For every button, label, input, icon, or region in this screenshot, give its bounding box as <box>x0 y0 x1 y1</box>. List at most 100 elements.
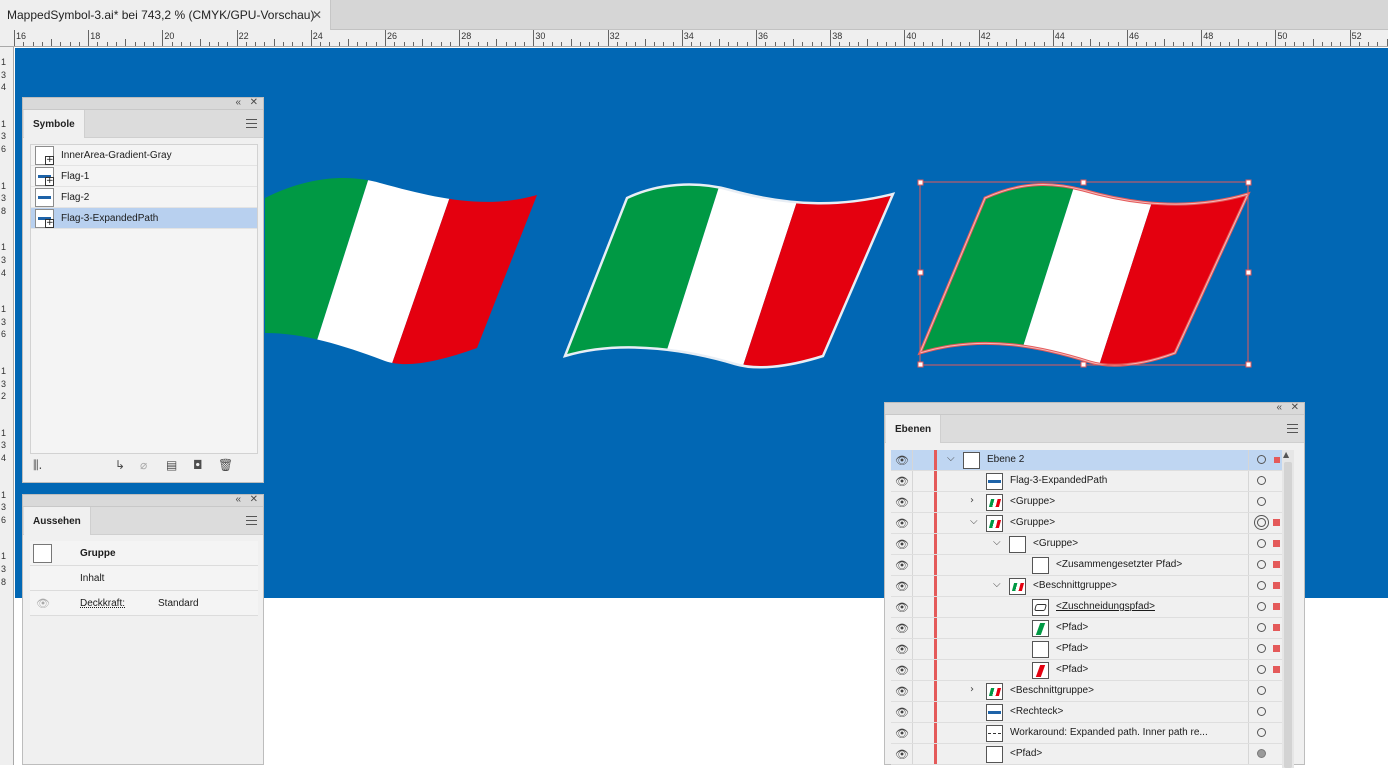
visibility-eye-icon[interactable]: 👁 <box>895 517 909 530</box>
layer-row[interactable]: 👁 <Pfad> <box>891 639 1282 660</box>
visibility-eye-icon[interactable]: 👁 <box>895 685 909 698</box>
close-panel-icon[interactable]: ✕ <box>250 494 258 505</box>
selection-square-icon[interactable] <box>1274 457 1280 463</box>
layers-scrollbar[interactable]: ▲ <box>1282 450 1294 768</box>
close-panel-icon[interactable]: ✕ <box>250 97 258 108</box>
visibility-eye-icon[interactable]: 👁 <box>895 706 909 719</box>
lock-column[interactable] <box>912 681 913 701</box>
selection-square-icon[interactable] <box>1273 666 1280 673</box>
new-symbol-icon[interactable]: ◘ <box>193 458 203 472</box>
symbol-options-icon[interactable]: ▤ <box>166 458 177 472</box>
scroll-up-icon[interactable]: ▲ <box>1283 450 1289 459</box>
selection-square-icon[interactable] <box>1273 540 1280 547</box>
close-panel-icon[interactable]: ✕ <box>1291 402 1299 413</box>
target-circle-icon[interactable] <box>1257 728 1266 737</box>
panel-menu-icon[interactable] <box>246 119 257 128</box>
panel-title-bar[interactable]: « ✕ <box>885 402 1304 415</box>
visibility-eye-icon[interactable]: 👁 <box>895 622 909 635</box>
lock-column[interactable] <box>912 555 913 575</box>
document-tab[interactable]: MappedSymbol-3.ai* bei 743,2 % (CMYK/GPU… <box>0 0 331 30</box>
lock-column[interactable] <box>912 576 913 596</box>
target-circle-icon[interactable] <box>1257 518 1266 527</box>
chevron-down-icon[interactable]: ⌵ <box>947 453 955 464</box>
target-circle-icon[interactable] <box>1257 665 1266 674</box>
layer-row[interactable]: 👁 <Zuschneidungspfad> <box>891 597 1282 618</box>
chevron-down-icon[interactable]: ⌵ <box>970 516 978 527</box>
layer-row[interactable]: 👁 ⌵ <Gruppe> <box>891 534 1282 555</box>
vertical-ruler[interactable]: 134136138134136132134136138 <box>0 47 14 765</box>
selection-square-icon[interactable] <box>1273 624 1280 631</box>
target-circle-icon[interactable] <box>1257 476 1266 485</box>
opacity-label[interactable]: Deckkraft: <box>80 598 125 609</box>
lock-column[interactable] <box>912 744 913 764</box>
visibility-eye-icon[interactable]: 👁 <box>895 559 909 572</box>
layer-row[interactable]: 👁 › <Gruppe> <box>891 492 1282 513</box>
layer-row[interactable]: 👁 Flag-3-ExpandedPath <box>891 471 1282 492</box>
lock-column[interactable] <box>912 723 913 743</box>
visibility-eye-icon[interactable]: 👁 <box>895 580 909 593</box>
lock-column[interactable] <box>912 639 913 659</box>
place-symbol-icon[interactable]: ↳ <box>115 458 125 472</box>
visibility-eye-icon[interactable]: 👁 <box>895 454 909 467</box>
lock-column[interactable] <box>912 618 913 638</box>
lock-column[interactable] <box>912 597 913 617</box>
panel-title-bar[interactable]: « ✕ <box>23 494 263 507</box>
appearance-contents-row[interactable]: Inhalt <box>30 566 258 591</box>
layer-row[interactable]: 👁 Workaround: Expanded path. Inner path r… <box>891 723 1282 744</box>
lock-column[interactable] <box>912 492 913 512</box>
target-circle-icon[interactable] <box>1257 707 1266 716</box>
flag-2-art[interactable] <box>555 168 905 378</box>
panel-menu-icon[interactable] <box>246 516 257 525</box>
horizontal-ruler[interactable]: 16 18 20 22 24 26 28 30 32 34 36 38 40 42 44 46 48 50 52 <box>0 30 1388 47</box>
visibility-eye-icon[interactable]: 👁 <box>895 664 909 677</box>
flag-1-art[interactable] <box>255 168 555 378</box>
tab-aussehen[interactable]: Aussehen <box>24 507 91 535</box>
panel-title-bar[interactable]: « ✕ <box>23 97 263 110</box>
tab-symbole[interactable]: Symbole <box>24 110 85 138</box>
chevron-right-icon[interactable]: › <box>970 495 974 506</box>
selection-square-icon[interactable] <box>1273 519 1280 526</box>
chevron-right-icon[interactable]: › <box>970 684 974 695</box>
target-circle-icon[interactable] <box>1257 749 1266 758</box>
selection-square-icon[interactable] <box>1273 582 1280 589</box>
visibility-eye-icon[interactable]: 👁 <box>895 748 909 761</box>
selection-square-icon[interactable] <box>1273 561 1280 568</box>
layer-row[interactable]: 👁 <Pfad> <box>891 660 1282 681</box>
layer-row[interactable]: 👁 <Pfad> <box>891 618 1282 639</box>
close-document-icon[interactable]: ✕ <box>312 8 322 22</box>
break-link-icon[interactable]: ⌀ <box>140 458 147 472</box>
symbol-item[interactable]: + Flag-1 <box>31 166 257 187</box>
appearance-object-row[interactable]: Gruppe <box>30 541 258 566</box>
layer-row[interactable]: 👁 ⌵ <Beschnittgruppe> <box>891 576 1282 597</box>
symbol-libraries-icon[interactable]: ⫼. <box>33 458 42 473</box>
lock-column[interactable] <box>912 534 913 554</box>
scroll-thumb[interactable] <box>1284 462 1292 768</box>
target-circle-icon[interactable] <box>1257 581 1266 590</box>
visibility-eye-icon[interactable]: 👁 <box>895 727 909 740</box>
lock-column[interactable] <box>912 702 913 722</box>
selection-square-icon[interactable] <box>1273 603 1280 610</box>
target-circle-icon[interactable] <box>1257 539 1266 548</box>
lock-column[interactable] <box>912 450 913 470</box>
tab-ebenen[interactable]: Ebenen <box>886 415 942 443</box>
target-circle-icon[interactable] <box>1257 686 1266 695</box>
symbol-item[interactable]: + InnerArea-Gradient-Gray <box>31 145 257 166</box>
lock-column[interactable] <box>912 471 913 491</box>
target-circle-icon[interactable] <box>1257 497 1266 506</box>
target-circle-icon[interactable] <box>1257 623 1266 632</box>
layer-row[interactable]: 👁 ⌵ <Gruppe> <box>891 513 1282 534</box>
collapse-panel-icon[interactable]: « <box>1276 402 1282 413</box>
collapse-panel-icon[interactable]: « <box>235 494 241 505</box>
layer-row[interactable]: 👁 › <Beschnittgruppe> <box>891 681 1282 702</box>
symbol-item[interactable]: Flag-2 <box>31 187 257 208</box>
visibility-eye-icon[interactable]: 👁 <box>895 601 909 614</box>
chevron-down-icon[interactable]: ⌵ <box>993 537 1001 548</box>
appearance-opacity-row[interactable]: 👁 Deckkraft: Standard <box>30 591 258 616</box>
layer-row[interactable]: 👁 ⌵ Ebene 2 <box>891 450 1282 471</box>
lock-column[interactable] <box>912 513 913 533</box>
target-circle-icon[interactable] <box>1257 644 1266 653</box>
layer-row[interactable]: 👁 <Pfad> <box>891 744 1282 765</box>
visibility-eye-icon[interactable]: 👁 <box>895 496 909 509</box>
layer-row[interactable]: 👁 <Rechteck> <box>891 702 1282 723</box>
target-circle-icon[interactable] <box>1257 560 1266 569</box>
